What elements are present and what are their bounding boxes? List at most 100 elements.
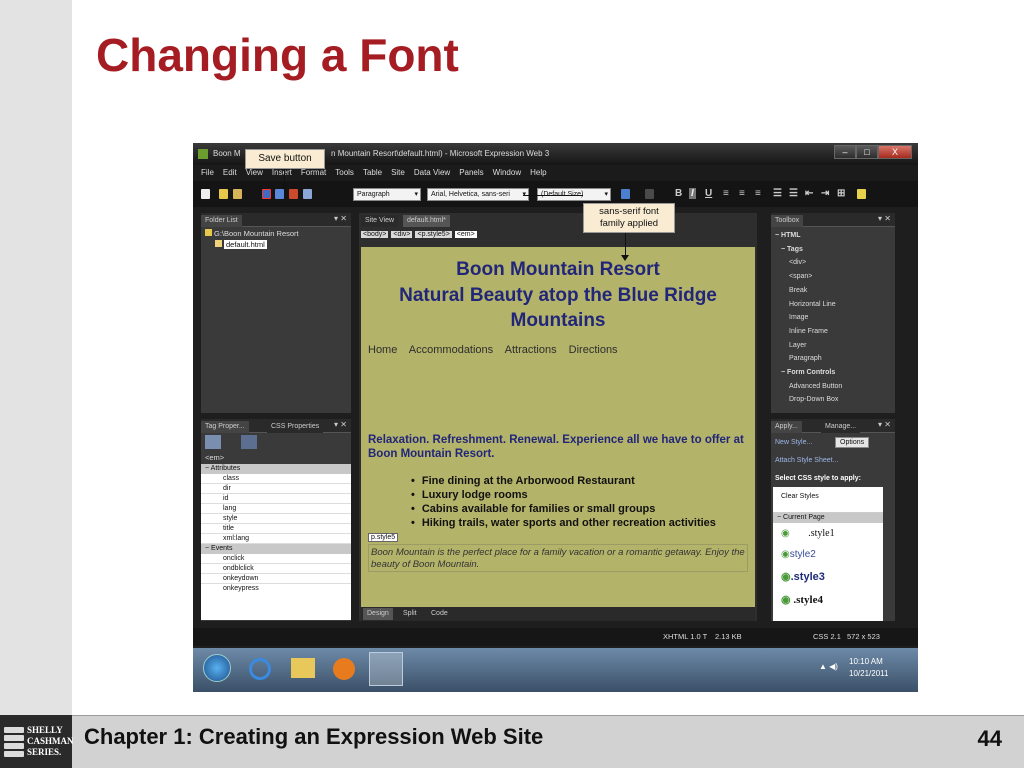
attr-row[interactable]: class [201,474,351,484]
folder-root[interactable]: G:\Boon Mountain Resort [205,229,299,238]
new-document-icon[interactable] [201,189,210,199]
nav-link-attractions[interactable]: Attractions [505,344,557,356]
toolbox-item-layer[interactable]: Layer [775,339,842,353]
tab-default-html[interactable]: default.html* [403,215,450,227]
style-item-style4[interactable]: ◉ .style4 [773,588,883,611]
toolbox-tab[interactable]: Toolbox [771,215,804,227]
borders-icon[interactable]: ⊞ [837,188,845,199]
increase-indent-icon[interactable]: ⇥ [821,188,829,199]
css-level-indicator[interactable]: CSS 2.1 [813,632,841,641]
bold-button[interactable]: B [675,188,682,199]
file-explorer-icon[interactable] [291,658,315,678]
new-style-link[interactable]: New Style... [775,439,812,446]
numbered-list-icon[interactable]: ☰ [773,188,782,199]
attr-row[interactable]: id [201,494,351,504]
attributes-header[interactable]: − Attributes [201,464,351,474]
tab-manage-styles[interactable]: Manage... [821,421,861,433]
pane-controls-icon[interactable]: ▾ ✕ [878,214,891,223]
html-section[interactable]: − HTML [775,229,842,243]
save-icon[interactable] [262,189,271,199]
style-item-style3[interactable]: ◉.style3 [773,565,883,588]
save-all-icon[interactable] [275,189,284,199]
page-size-indicator[interactable]: 572 x 523 [847,632,880,641]
pane-controls-icon[interactable]: ▾ ✕ [334,214,347,223]
events-header[interactable]: − Events [201,544,351,554]
toolbox-item-span[interactable]: <span> [775,270,842,284]
internet-explorer-icon[interactable] [249,658,271,680]
folder-list-tab[interactable]: Folder List [201,215,242,227]
menu-site[interactable]: Site [391,165,405,181]
expression-web-taskbar-button[interactable] [369,652,403,686]
menu-panels[interactable]: Panels [459,165,483,181]
menu-window[interactable]: Window [493,165,521,181]
menu-file[interactable]: File [201,165,214,181]
attr-row[interactable]: dir [201,484,351,494]
tags-section[interactable]: − Tags [775,243,842,257]
categorize-icon[interactable] [205,435,221,449]
new-page-icon[interactable] [219,189,228,199]
minimize-button[interactable]: – [834,145,856,159]
pane-controls-icon[interactable]: ▾ ✕ [878,420,891,429]
font-family-dropdown[interactable]: Arial, Helvetica, sans-seri▾ [427,188,529,201]
italic-button[interactable]: I [689,188,696,199]
clear-styles-item[interactable]: Clear Styles [773,487,883,513]
preview-icon[interactable] [303,189,312,199]
style-item-style2[interactable]: ◉style2 [773,544,883,565]
publish-icon[interactable] [289,189,298,199]
close-button[interactable]: X [878,145,912,159]
maximize-button[interactable]: □ [856,145,878,159]
attr-row[interactable]: title [201,524,351,534]
attr-row[interactable]: lang [201,504,351,514]
attr-row[interactable]: xml:lang [201,534,351,544]
attr-row[interactable]: style [201,514,351,524]
open-folder-icon[interactable] [233,189,242,199]
event-row[interactable]: ondblclick [201,564,351,574]
tab-site-view[interactable]: Site View [361,215,399,227]
tab-split[interactable]: Split [399,608,421,620]
underline-button[interactable]: U [705,188,712,199]
menu-help[interactable]: Help [530,165,546,181]
toolbox-item-hr[interactable]: Horizontal Line [775,298,842,312]
event-row[interactable]: onkeypress [201,584,351,594]
toolbox-item-adv-button[interactable]: Advanced Button [775,380,842,394]
breadcrumb-body[interactable]: <body> [361,231,389,238]
tab-apply-styles[interactable]: Apply... [771,421,802,433]
toolbox-item-paragraph[interactable]: Paragraph [775,352,842,366]
tab-css-properties[interactable]: CSS Properties [267,421,324,433]
toolbox-item-div[interactable]: <div> [775,256,842,270]
align-left-icon[interactable]: ≡ [723,188,729,199]
menu-edit[interactable]: Edit [223,165,237,181]
options-button[interactable]: Options [835,437,870,448]
form-controls-section[interactable]: − Form Controls [775,366,842,380]
tab-tag-properties[interactable]: Tag Proper... [201,421,249,433]
undo-icon[interactable] [621,189,630,199]
media-player-icon[interactable] [333,658,355,680]
menu-data-view[interactable]: Data View [414,165,450,181]
toolbox-item-break[interactable]: Break [775,284,842,298]
nav-link-accommodations[interactable]: Accommodations [409,344,493,356]
doctype-indicator[interactable]: XHTML 1.0 T [663,632,707,641]
menu-table[interactable]: Table [363,165,382,181]
tab-code[interactable]: Code [427,608,452,620]
file-default-html[interactable]: default.html [215,240,267,249]
nav-link-home[interactable]: Home [368,344,397,356]
breadcrumb-em[interactable]: <em> [454,231,477,238]
volume-icon[interactable]: ▲ ◀) [819,662,838,671]
style-item-style1[interactable]: ◉ .style1 [773,523,883,544]
event-row[interactable]: onkeydown [201,574,351,584]
event-row[interactable]: onclick [201,554,351,564]
system-clock[interactable]: 10:10 AM 10/21/2011 [849,656,888,680]
current-page-header[interactable]: − Current Page [773,513,883,523]
toolbox-item-dropdown[interactable]: Drop-Down Box [775,393,842,407]
style-dropdown[interactable]: Paragraph ▾ [353,188,421,201]
design-view-canvas[interactable]: Boon Mountain Resort Natural Beauty atop… [361,247,755,607]
start-button-icon[interactable] [203,654,231,682]
nav-link-directions[interactable]: Directions [569,344,618,356]
toolbox-item-image[interactable]: Image [775,311,842,325]
highlight-icon[interactable] [857,189,866,199]
align-right-icon[interactable]: ≡ [755,188,761,199]
pane-controls-icon[interactable]: ▾ ✕ [334,420,347,429]
attach-style-sheet-link[interactable]: Attach Style Sheet... [775,457,838,464]
toolbox-item-iframe[interactable]: Inline Frame [775,325,842,339]
selected-paragraph[interactable]: Boon Mountain is the perfect place for a… [368,544,748,572]
